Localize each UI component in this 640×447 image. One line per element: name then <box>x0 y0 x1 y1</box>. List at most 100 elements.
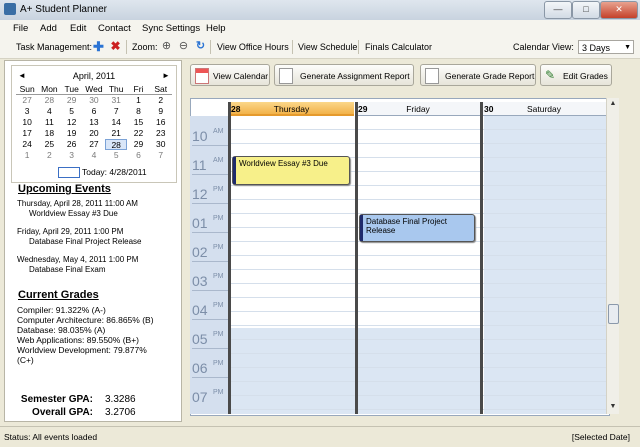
calendar-day-selected[interactable]: 28 <box>105 139 128 150</box>
menu-contact[interactable]: Contact <box>98 23 131 34</box>
day-header-today[interactable]: Thursday 28 <box>229 102 354 116</box>
calendar-day[interactable]: 5 <box>61 106 83 117</box>
calendar-day[interactable]: 2 <box>150 95 172 106</box>
maximize-button[interactable]: □ <box>572 1 600 19</box>
menu-edit[interactable]: Edit <box>70 23 86 34</box>
calendar-day[interactable]: 17 <box>16 128 38 139</box>
calendar-day[interactable]: 3 <box>61 150 83 161</box>
calendar-day[interactable]: 25 <box>38 139 60 150</box>
calendar-day[interactable]: 23 <box>150 128 172 139</box>
calendar-view-select[interactable]: 3 Days ▼ <box>578 40 634 54</box>
event-block[interactable]: Database Final Project Release <box>359 214 475 242</box>
weekday-label: Tue <box>60 84 83 95</box>
menu-sync-settings[interactable]: Sync Settings <box>142 23 200 34</box>
calendar-week: 1 2 3 4 5 6 7 <box>16 150 172 161</box>
calendar-week: 27 28 29 30 31 1 2 <box>16 95 172 106</box>
calendar-day[interactable]: 2 <box>38 150 60 161</box>
calendar-day[interactable]: 22 <box>127 128 149 139</box>
calendar-day[interactable]: 8 <box>127 106 149 117</box>
calendar-day[interactable]: 1 <box>127 95 149 106</box>
weekday-label: Mon <box>38 84 61 95</box>
zoom-in-icon[interactable]: ⊕ <box>161 41 172 52</box>
toolbar-separator <box>292 40 293 54</box>
calendar-day[interactable]: 19 <box>61 128 83 139</box>
add-task-icon[interactable]: ✚ <box>93 40 104 53</box>
view-office-hours-button[interactable]: View Office Hours <box>217 42 289 52</box>
event-title[interactable]: Database Final Project Release <box>29 237 142 246</box>
toolbar: Task Management: ✚ ✖ Zoom: ⊕ ⊖ ↻ View Of… <box>0 36 640 59</box>
hour-divider <box>192 203 228 204</box>
overall-gpa-value: 3.2706 <box>105 407 136 418</box>
calendar-day[interactable]: 24 <box>16 139 38 150</box>
event-block-title: Worldview Essay #3 Due <box>239 159 328 168</box>
minimize-button[interactable]: — <box>544 1 572 19</box>
calendar-day[interactable]: 4 <box>38 106 60 117</box>
finals-calculator-button[interactable]: Finals Calculator <box>365 42 432 52</box>
day-header[interactable]: Saturday 30 <box>482 102 606 116</box>
close-button[interactable]: ✕ <box>600 1 638 19</box>
calendar-day[interactable]: 28 <box>38 95 60 106</box>
event-title[interactable]: Worldview Essay #3 Due <box>29 209 118 218</box>
calendar-day[interactable]: 6 <box>83 106 105 117</box>
calendar-day[interactable]: 16 <box>150 117 172 128</box>
calendar-day[interactable]: 11 <box>38 117 60 128</box>
calendar-day[interactable]: 29 <box>61 95 83 106</box>
calendar-day[interactable]: 4 <box>83 150 105 161</box>
event-block[interactable]: Worldview Essay #3 Due <box>232 156 350 185</box>
next-month-button[interactable]: ► <box>162 71 170 80</box>
calendar-day[interactable]: 13 <box>83 117 105 128</box>
calendar-day[interactable]: 27 <box>83 139 105 150</box>
status-text: Status: All events loaded <box>4 432 98 442</box>
edit-grades-button[interactable]: ✎ Edit Grades <box>540 64 612 86</box>
calendar-day[interactable]: 10 <box>16 117 38 128</box>
calendar-day[interactable]: 26 <box>61 139 83 150</box>
calendar-day[interactable]: 21 <box>105 128 127 139</box>
view-calendar-button[interactable]: View Calendar <box>190 64 270 86</box>
event-block-title: Database Final Project Release <box>366 217 447 235</box>
pencil-icon: ✎ <box>545 68 556 82</box>
delete-task-icon[interactable]: ✖ <box>110 40 121 52</box>
scroll-up-arrow[interactable]: ▲ <box>607 98 619 110</box>
calendar-day[interactable]: 27 <box>16 95 38 106</box>
calendar-day[interactable]: 20 <box>83 128 105 139</box>
calendar-day[interactable]: 14 <box>105 117 127 128</box>
calendar-view-label: Calendar View: <box>513 42 574 52</box>
calendar-day[interactable]: 3 <box>16 106 38 117</box>
scroll-down-arrow[interactable]: ▼ <box>607 401 619 413</box>
today-link[interactable]: Today: 4/28/2011 <box>82 167 147 177</box>
calendar-day[interactable]: 15 <box>127 117 149 128</box>
calendar-day[interactable]: 29 <box>127 139 149 150</box>
toolbar-separator <box>358 40 359 54</box>
refresh-icon[interactable]: ↻ <box>195 41 206 52</box>
event-color-bar <box>360 215 363 241</box>
scroll-thumb[interactable] <box>608 304 619 324</box>
calendar-day[interactable]: 1 <box>16 150 38 161</box>
calendar-day[interactable]: 18 <box>38 128 60 139</box>
assignment-report-button[interactable]: Generate Assignment Report <box>274 64 414 86</box>
calendar-day[interactable]: 9 <box>150 106 172 117</box>
calendar-day[interactable]: 12 <box>61 117 83 128</box>
day-number: 30 <box>484 104 494 114</box>
grade-report-label: Generate Grade Report <box>445 71 535 81</box>
calendar-day[interactable]: 30 <box>83 95 105 106</box>
calendar-day[interactable]: 6 <box>127 150 149 161</box>
menu-help[interactable]: Help <box>206 23 226 34</box>
calendar-day[interactable]: 7 <box>105 106 127 117</box>
day-header[interactable]: Friday 29 <box>356 102 480 116</box>
event-title[interactable]: Database Final Exam <box>29 265 105 274</box>
zoom-out-icon[interactable]: ⊖ <box>178 41 189 52</box>
calendar-day[interactable]: 7 <box>150 150 172 161</box>
column-separator <box>355 102 358 414</box>
grade-item: Database: 98.035% (A) <box>17 325 106 335</box>
current-grades-title: Current Grades <box>18 289 99 301</box>
toolbar-separator <box>210 40 211 54</box>
view-schedule-button[interactable]: View Schedule <box>298 42 357 52</box>
calendar-day[interactable]: 31 <box>105 95 127 106</box>
ampm-label: PM <box>213 273 224 280</box>
calendar-day[interactable]: 30 <box>150 139 172 150</box>
grade-report-button[interactable]: Generate Grade Report <box>420 64 536 86</box>
calendar-day[interactable]: 5 <box>105 150 127 161</box>
calendar-scrollbar[interactable]: ▲ ▼ <box>606 98 619 414</box>
menu-file[interactable]: File <box>13 23 28 34</box>
menu-add[interactable]: Add <box>40 23 57 34</box>
